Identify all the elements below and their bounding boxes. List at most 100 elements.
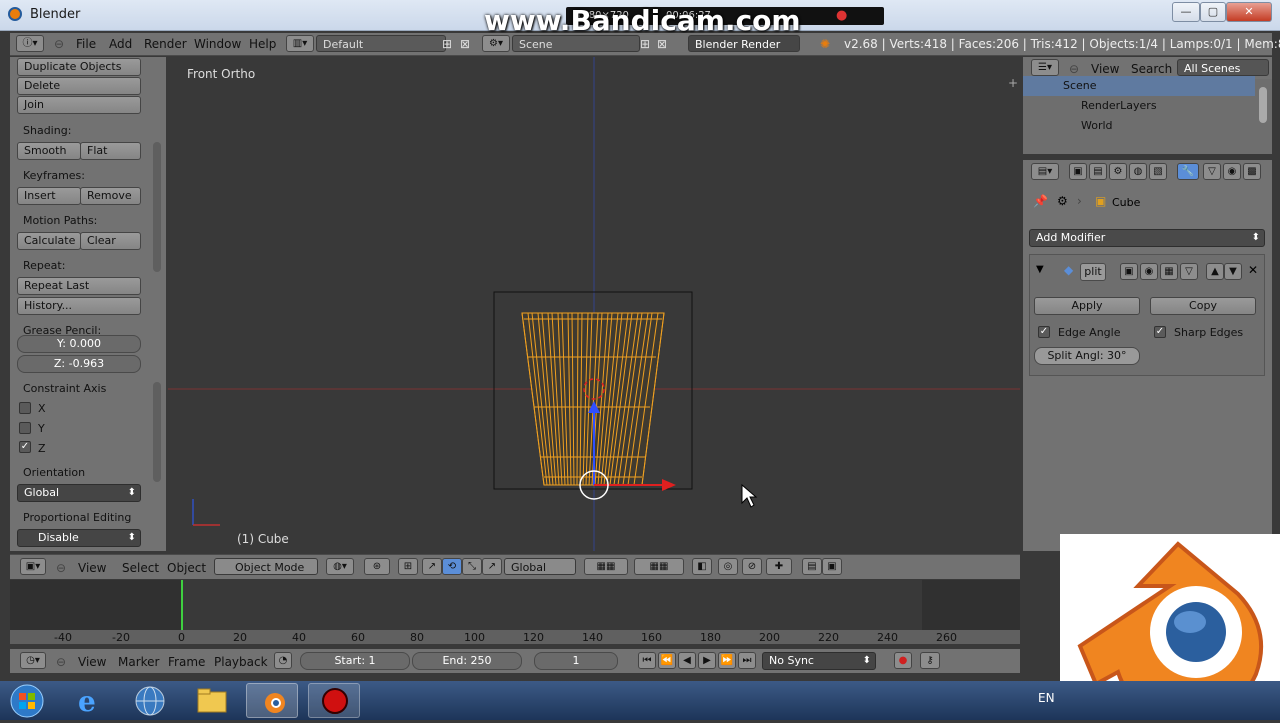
translate-icon[interactable]: ↗	[422, 558, 442, 575]
screen-layout-field[interactable]: Default	[316, 35, 446, 52]
material-tab-icon[interactable]: ◉	[1223, 163, 1241, 180]
bandicam-task-icon[interactable]	[308, 683, 360, 718]
scene-field[interactable]: Scene	[512, 35, 640, 52]
layers-icon-2[interactable]: ▦▦	[634, 558, 684, 575]
modifier-name-field[interactable]: plit	[1080, 263, 1106, 281]
expand-arrow-icon[interactable]: ▼	[1036, 264, 1044, 275]
repeat-last-button[interactable]: Repeat Last	[17, 277, 141, 295]
viewport-shading-icon[interactable]: ◍▾	[326, 558, 354, 575]
outliner-row-scene[interactable]: Scene	[1023, 76, 1255, 96]
z-value-field[interactable]: Z: -0.963	[17, 355, 141, 373]
internet-explorer-icon[interactable]: e	[64, 683, 116, 718]
outliner-row-world[interactable]: World	[1023, 116, 1255, 136]
3d-viewport[interactable]: Front Ortho + (1) Cube	[168, 57, 1020, 551]
mode-dropdown[interactable]: Object Mode	[214, 558, 318, 575]
y-value-field[interactable]: Y: 0.000	[17, 335, 141, 353]
minimize-button[interactable]: —	[1172, 2, 1200, 22]
collapse-icon-outliner[interactable]: ⊖	[1069, 62, 1079, 76]
object-tab-icon[interactable]: ▧	[1149, 163, 1167, 180]
split-angle-field[interactable]: Split Angl: 30°	[1034, 347, 1140, 365]
orientation-dropdown[interactable]: Global	[17, 484, 141, 502]
remove-modifier-icon[interactable]: ✕	[1248, 263, 1258, 277]
add-layout-icon[interactable]: ⊞	[442, 37, 452, 51]
add-scene-icon[interactable]: ⊞	[640, 37, 650, 51]
sync-dropdown[interactable]: No Sync	[762, 652, 876, 670]
outliner-scrollbar[interactable]	[1259, 87, 1267, 123]
collapse-icon[interactable]: ⊖	[54, 37, 64, 51]
apply-button[interactable]: Apply	[1034, 297, 1140, 315]
start-button[interactable]	[4, 683, 50, 718]
modifier-cage-icon[interactable]: ▽	[1180, 263, 1198, 280]
modifier-render-icon[interactable]: ▣	[1120, 263, 1138, 280]
current-frame-field[interactable]: 1	[534, 652, 618, 670]
pin-icon[interactable]: 📌	[1033, 194, 1048, 208]
editor-type-icon-3d[interactable]: ▣▾	[20, 558, 46, 575]
menu-add[interactable]: Add	[109, 37, 132, 51]
maximize-button[interactable]: ▢	[1200, 2, 1226, 22]
editor-type-icon[interactable]: ⓘ▾	[16, 35, 44, 52]
join-button[interactable]: Join	[17, 96, 141, 114]
copy-button[interactable]: Copy	[1150, 297, 1256, 315]
menu-search[interactable]: Search	[1131, 62, 1172, 76]
menu-file[interactable]: File	[76, 37, 96, 51]
editor-type-icon-properties[interactable]: ▤▾	[1031, 163, 1059, 180]
editor-type-icon-outliner[interactable]: ☰▾	[1031, 59, 1059, 76]
auto-keyframe-icon[interactable]: ●	[894, 652, 912, 669]
camera-icon[interactable]: ▣	[822, 558, 842, 575]
axis-z-checkbox[interactable]: ✓	[19, 441, 31, 453]
modifier-view-icon[interactable]: ◉	[1140, 263, 1158, 280]
blender-task-icon[interactable]	[246, 683, 298, 718]
arrow-icon[interactable]: ↗	[482, 558, 502, 575]
outliner-row-renderlayers[interactable]: RenderLayers	[1023, 96, 1255, 116]
menu-help[interactable]: Help	[249, 37, 276, 51]
menu-frame[interactable]: Frame	[168, 655, 205, 669]
render-tab-icon[interactable]: ▣	[1069, 163, 1087, 180]
scene-tab-icon[interactable]: ⚙	[1109, 163, 1127, 180]
menu-render[interactable]: Render	[144, 37, 187, 51]
scale-icon[interactable]: ⤡	[462, 558, 482, 575]
calculate-button[interactable]: Calculate	[17, 232, 81, 250]
prev-keyframe-icon[interactable]: ⏪	[658, 652, 676, 669]
file-explorer-icon[interactable]	[186, 683, 238, 718]
menu-view-timeline[interactable]: View	[78, 655, 106, 669]
outliner-filter-dropdown[interactable]: All Scenes	[1177, 59, 1269, 76]
remove-scene-icon[interactable]: ⊠	[657, 37, 667, 51]
move-down-icon[interactable]: ▼	[1224, 263, 1242, 280]
timeline[interactable]: -40 -20 0 20 40 60 80 100 120 140 160 18…	[10, 580, 1020, 648]
jump-end-icon[interactable]: ⏭	[738, 652, 756, 669]
menu-window[interactable]: Window	[194, 37, 241, 51]
end-frame-field[interactable]: End: 250	[412, 652, 522, 670]
toolshelf-scrollbar[interactable]	[153, 382, 161, 482]
snap-icon[interactable]: ⊘	[742, 558, 762, 575]
modifier-edit-icon[interactable]: ▦	[1160, 263, 1178, 280]
clear-button[interactable]: Clear	[80, 232, 141, 250]
proportional-icon[interactable]: ◎	[718, 558, 738, 575]
language-indicator[interactable]: EN	[1038, 691, 1055, 705]
remove-keyframe-button[interactable]: Remove	[80, 187, 141, 205]
proportional-editing-dropdown[interactable]: Disable	[17, 529, 141, 547]
network-globe-icon[interactable]	[124, 683, 176, 718]
sharp-edges-checkbox[interactable]: ✓	[1154, 326, 1166, 338]
toolshelf-scrollbar-top[interactable]	[153, 142, 161, 272]
duplicate-objects-button[interactable]: Duplicate Objects	[17, 58, 141, 76]
layers-tab-icon[interactable]: ▤	[1089, 163, 1107, 180]
snap-target-icon[interactable]: ✚	[766, 558, 792, 575]
lock-icon[interactable]: ◧	[692, 558, 712, 575]
next-keyframe-icon[interactable]: ⏩	[718, 652, 736, 669]
flat-button[interactable]: Flat	[80, 142, 141, 160]
history-button[interactable]: History...	[17, 297, 141, 315]
menu-marker[interactable]: Marker	[118, 655, 159, 669]
collapse-icon-3d[interactable]: ⊖	[56, 561, 66, 575]
close-button[interactable]: ✕	[1226, 2, 1272, 22]
modifier-tab-icon[interactable]: 🔧	[1177, 163, 1199, 180]
layers-icon[interactable]: ▦▦	[584, 558, 628, 575]
render-icon[interactable]: ▤	[802, 558, 822, 575]
scene-icon[interactable]: ⚙▾	[482, 35, 510, 52]
add-modifier-dropdown[interactable]: Add Modifier	[1029, 229, 1265, 247]
jump-start-icon[interactable]: ⏮	[638, 652, 656, 669]
delete-button[interactable]: Delete	[17, 77, 141, 95]
menu-view[interactable]: View	[78, 561, 106, 575]
axis-x-checkbox[interactable]	[19, 402, 31, 414]
play-reverse-icon[interactable]: ◀	[678, 652, 696, 669]
move-up-icon[interactable]: ▲	[1206, 263, 1224, 280]
